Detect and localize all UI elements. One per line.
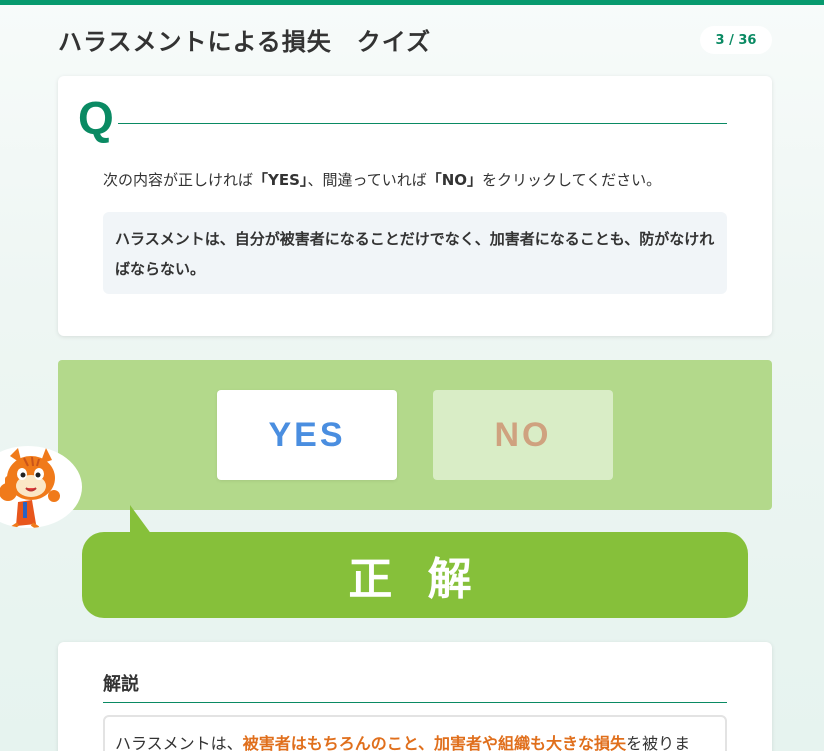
- explanation-divider: [103, 702, 727, 703]
- explanation-heading: 解説: [103, 674, 139, 695]
- question-divider: [118, 123, 727, 124]
- top-accent-bar: [0, 0, 824, 5]
- instruction-part1: 次の内容が正しければ: [103, 171, 254, 189]
- instruction-yes: 「YES」: [253, 171, 308, 189]
- answer-panel: YES NO: [58, 360, 772, 510]
- explanation-text-end: を被りま: [626, 734, 691, 751]
- instruction-text: 次の内容が正しければ「YES」、間違っていれば「NO」をクリックしてください。: [103, 169, 661, 190]
- yes-button[interactable]: YES: [217, 390, 397, 480]
- explanation-text-start: ハラスメントは、: [115, 734, 243, 751]
- instruction-part2: 、間違っていれば: [307, 171, 427, 189]
- explanation-text: ハラスメントは、被害者はもちろんのこと、加害者や組織も大きな損失を被りま: [103, 715, 727, 751]
- result-label: 正 解: [348, 554, 482, 605]
- question-mark: Q: [78, 92, 114, 144]
- instruction-part3: をクリックしてください。: [482, 171, 662, 189]
- result-bubble-tail: [130, 505, 152, 535]
- no-button[interactable]: NO: [433, 390, 613, 480]
- explanation-highlight: 被害者はもちろんのこと、加害者や組織も大きな損失: [242, 734, 627, 751]
- progress-badge: 3 / 36: [700, 26, 772, 54]
- instruction-no: 「NO」: [426, 171, 483, 189]
- question-card: Q 次の内容が正しければ「YES」、間違っていれば「NO」をクリックしてください…: [58, 76, 772, 336]
- question-statement: ハラスメントは、自分が被害者になることだけでなく、加害者になることも、防がなけれ…: [103, 212, 727, 294]
- page-title: ハラスメントによる損失 クイズ: [58, 28, 432, 56]
- explanation-card: 解説 ハラスメントは、被害者はもちろんのこと、加害者や組織も大きな損失を被りま: [58, 642, 772, 751]
- result-banner: 正 解: [82, 532, 748, 618]
